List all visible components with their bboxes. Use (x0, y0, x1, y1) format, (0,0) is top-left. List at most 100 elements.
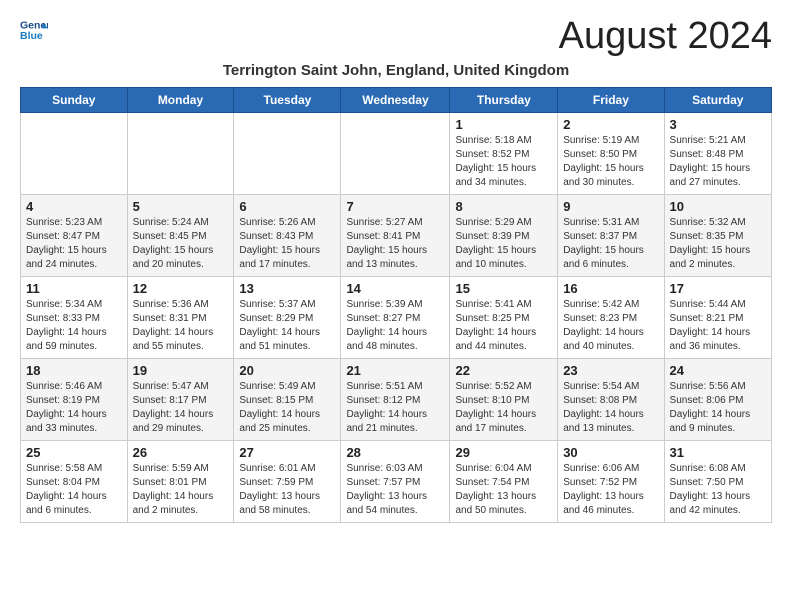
day-info: Sunrise: 5:41 AMSunset: 8:25 PMDaylight:… (455, 298, 552, 354)
day-number: 8 (455, 199, 552, 214)
calendar-week-row: 25 Sunrise: 5:58 AMSunset: 8:04 PMDaylig… (21, 440, 772, 522)
calendar-cell: 20 Sunrise: 5:49 AMSunset: 8:15 PMDaylig… (234, 358, 341, 440)
day-number: 18 (26, 363, 122, 378)
day-info: Sunrise: 5:42 AMSunset: 8:23 PMDaylight:… (563, 298, 658, 354)
calendar-cell: 6 Sunrise: 5:26 AMSunset: 8:43 PMDayligh… (234, 194, 341, 276)
day-number: 27 (239, 445, 335, 460)
day-info: Sunrise: 5:59 AMSunset: 8:01 PMDaylight:… (133, 462, 229, 518)
calendar-week-row: 1 Sunrise: 5:18 AMSunset: 8:52 PMDayligh… (21, 112, 772, 194)
calendar-cell: 25 Sunrise: 5:58 AMSunset: 8:04 PMDaylig… (21, 440, 128, 522)
day-info: Sunrise: 5:26 AMSunset: 8:43 PMDaylight:… (239, 216, 335, 272)
main-title: August 2024 (559, 16, 772, 58)
calendar-cell: 8 Sunrise: 5:29 AMSunset: 8:39 PMDayligh… (450, 194, 558, 276)
calendar-cell (341, 112, 450, 194)
calendar-cell: 3 Sunrise: 5:21 AMSunset: 8:48 PMDayligh… (664, 112, 771, 194)
day-number: 14 (346, 281, 444, 296)
calendar-cell: 10 Sunrise: 5:32 AMSunset: 8:35 PMDaylig… (664, 194, 771, 276)
calendar-cell: 28 Sunrise: 6:03 AMSunset: 7:57 PMDaylig… (341, 440, 450, 522)
day-info: Sunrise: 5:19 AMSunset: 8:50 PMDaylight:… (563, 134, 658, 190)
calendar-cell: 24 Sunrise: 5:56 AMSunset: 8:06 PMDaylig… (664, 358, 771, 440)
day-number: 10 (670, 199, 766, 214)
day-info: Sunrise: 5:24 AMSunset: 8:45 PMDaylight:… (133, 216, 229, 272)
calendar-cell: 11 Sunrise: 5:34 AMSunset: 8:33 PMDaylig… (21, 276, 128, 358)
day-info: Sunrise: 6:04 AMSunset: 7:54 PMDaylight:… (455, 462, 552, 518)
calendar-cell: 31 Sunrise: 6:08 AMSunset: 7:50 PMDaylig… (664, 440, 771, 522)
calendar-cell: 13 Sunrise: 5:37 AMSunset: 8:29 PMDaylig… (234, 276, 341, 358)
day-number: 7 (346, 199, 444, 214)
day-number: 22 (455, 363, 552, 378)
weekday-header: Saturday (664, 87, 771, 112)
day-number: 17 (670, 281, 766, 296)
day-number: 31 (670, 445, 766, 460)
calendar-cell: 21 Sunrise: 5:51 AMSunset: 8:12 PMDaylig… (341, 358, 450, 440)
calendar-cell (127, 112, 234, 194)
day-number: 15 (455, 281, 552, 296)
day-info: Sunrise: 5:23 AMSunset: 8:47 PMDaylight:… (26, 216, 122, 272)
calendar-cell: 27 Sunrise: 6:01 AMSunset: 7:59 PMDaylig… (234, 440, 341, 522)
day-info: Sunrise: 5:47 AMSunset: 8:17 PMDaylight:… (133, 380, 229, 436)
calendar-cell: 23 Sunrise: 5:54 AMSunset: 8:08 PMDaylig… (558, 358, 664, 440)
calendar-cell: 30 Sunrise: 6:06 AMSunset: 7:52 PMDaylig… (558, 440, 664, 522)
day-number: 2 (563, 117, 658, 132)
day-info: Sunrise: 5:31 AMSunset: 8:37 PMDaylight:… (563, 216, 658, 272)
calendar-cell: 9 Sunrise: 5:31 AMSunset: 8:37 PMDayligh… (558, 194, 664, 276)
day-number: 13 (239, 281, 335, 296)
day-number: 4 (26, 199, 122, 214)
day-info: Sunrise: 5:36 AMSunset: 8:31 PMDaylight:… (133, 298, 229, 354)
calendar-week-row: 4 Sunrise: 5:23 AMSunset: 8:47 PMDayligh… (21, 194, 772, 276)
weekday-header: Monday (127, 87, 234, 112)
calendar-week-row: 18 Sunrise: 5:46 AMSunset: 8:19 PMDaylig… (21, 358, 772, 440)
day-info: Sunrise: 5:39 AMSunset: 8:27 PMDaylight:… (346, 298, 444, 354)
weekday-header-row: SundayMondayTuesdayWednesdayThursdayFrid… (21, 87, 772, 112)
day-info: Sunrise: 5:27 AMSunset: 8:41 PMDaylight:… (346, 216, 444, 272)
calendar-week-row: 11 Sunrise: 5:34 AMSunset: 8:33 PMDaylig… (21, 276, 772, 358)
day-info: Sunrise: 5:56 AMSunset: 8:06 PMDaylight:… (670, 380, 766, 436)
calendar-cell: 18 Sunrise: 5:46 AMSunset: 8:19 PMDaylig… (21, 358, 128, 440)
day-number: 19 (133, 363, 229, 378)
day-info: Sunrise: 5:21 AMSunset: 8:48 PMDaylight:… (670, 134, 766, 190)
day-number: 6 (239, 199, 335, 214)
logo: General Blue (20, 16, 48, 44)
calendar-cell: 4 Sunrise: 5:23 AMSunset: 8:47 PMDayligh… (21, 194, 128, 276)
calendar-cell: 16 Sunrise: 5:42 AMSunset: 8:23 PMDaylig… (558, 276, 664, 358)
calendar-cell: 26 Sunrise: 5:59 AMSunset: 8:01 PMDaylig… (127, 440, 234, 522)
day-info: Sunrise: 5:52 AMSunset: 8:10 PMDaylight:… (455, 380, 552, 436)
day-info: Sunrise: 6:01 AMSunset: 7:59 PMDaylight:… (239, 462, 335, 518)
day-info: Sunrise: 6:03 AMSunset: 7:57 PMDaylight:… (346, 462, 444, 518)
calendar-cell: 15 Sunrise: 5:41 AMSunset: 8:25 PMDaylig… (450, 276, 558, 358)
day-number: 11 (26, 281, 122, 296)
day-number: 28 (346, 445, 444, 460)
day-number: 21 (346, 363, 444, 378)
day-number: 29 (455, 445, 552, 460)
day-number: 25 (26, 445, 122, 460)
weekday-header: Friday (558, 87, 664, 112)
day-info: Sunrise: 5:29 AMSunset: 8:39 PMDaylight:… (455, 216, 552, 272)
calendar-cell (21, 112, 128, 194)
day-number: 30 (563, 445, 658, 460)
title-area: August 2024 (559, 16, 772, 58)
day-number: 23 (563, 363, 658, 378)
logo-icon: General Blue (20, 16, 48, 44)
calendar-cell: 17 Sunrise: 5:44 AMSunset: 8:21 PMDaylig… (664, 276, 771, 358)
day-info: Sunrise: 5:51 AMSunset: 8:12 PMDaylight:… (346, 380, 444, 436)
day-info: Sunrise: 6:08 AMSunset: 7:50 PMDaylight:… (670, 462, 766, 518)
day-info: Sunrise: 5:54 AMSunset: 8:08 PMDaylight:… (563, 380, 658, 436)
day-info: Sunrise: 5:34 AMSunset: 8:33 PMDaylight:… (26, 298, 122, 354)
weekday-header: Wednesday (341, 87, 450, 112)
day-info: Sunrise: 6:06 AMSunset: 7:52 PMDaylight:… (563, 462, 658, 518)
calendar-cell: 19 Sunrise: 5:47 AMSunset: 8:17 PMDaylig… (127, 358, 234, 440)
calendar-cell: 1 Sunrise: 5:18 AMSunset: 8:52 PMDayligh… (450, 112, 558, 194)
day-info: Sunrise: 5:37 AMSunset: 8:29 PMDaylight:… (239, 298, 335, 354)
day-info: Sunrise: 5:58 AMSunset: 8:04 PMDaylight:… (26, 462, 122, 518)
page-header: General Blue August 2024 (20, 16, 772, 58)
calendar-table: SundayMondayTuesdayWednesdayThursdayFrid… (20, 87, 772, 523)
day-info: Sunrise: 5:44 AMSunset: 8:21 PMDaylight:… (670, 298, 766, 354)
weekday-header: Sunday (21, 87, 128, 112)
weekday-header: Tuesday (234, 87, 341, 112)
calendar-cell (234, 112, 341, 194)
svg-text:Blue: Blue (20, 30, 43, 42)
day-number: 3 (670, 117, 766, 132)
calendar-cell: 12 Sunrise: 5:36 AMSunset: 8:31 PMDaylig… (127, 276, 234, 358)
calendar-cell: 5 Sunrise: 5:24 AMSunset: 8:45 PMDayligh… (127, 194, 234, 276)
day-number: 5 (133, 199, 229, 214)
